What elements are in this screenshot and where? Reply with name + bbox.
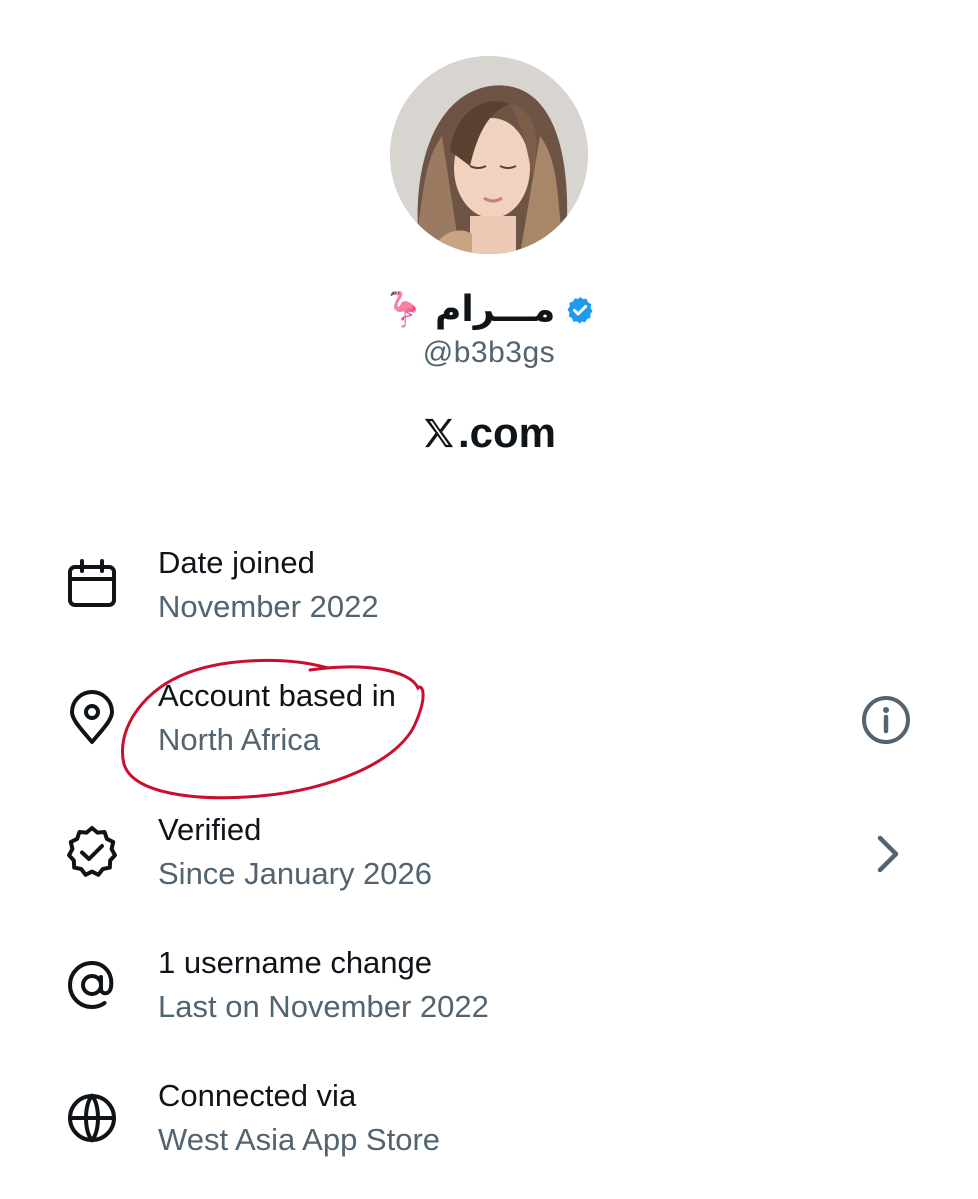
- row-title: Connected via: [158, 1078, 357, 1113]
- location-pin-icon: [64, 690, 120, 746]
- calendar-icon: [64, 557, 120, 613]
- avatar-image: [390, 56, 588, 254]
- verified-badge-icon[interactable]: [565, 295, 595, 325]
- about-row-verified[interactable]: Verified Since January 2026: [0, 812, 978, 922]
- display-name: مـــرام: [435, 289, 556, 330]
- row-title: 1 username change: [158, 945, 433, 980]
- row-value: West Asia App Store: [158, 1122, 441, 1157]
- row-value: Since January 2026: [158, 856, 433, 891]
- verified-badge-outline-icon: [64, 824, 120, 880]
- info-icon[interactable]: [858, 692, 914, 748]
- x-logo-icon: [424, 418, 454, 448]
- chevron-right-icon[interactable]: [860, 826, 916, 882]
- brand-wordmark: .com: [0, 405, 978, 461]
- row-value: North Africa: [158, 722, 320, 757]
- profile-handle: @b3b3gs: [422, 336, 556, 369]
- row-title: Date joined: [158, 545, 315, 580]
- about-row-account-based-in: Account based in North Africa: [0, 678, 978, 788]
- profile-avatar[interactable]: [390, 56, 588, 254]
- about-row-username-change: 1 username change Last on November 2022: [0, 945, 978, 1055]
- row-title: Account based in: [158, 678, 396, 713]
- globe-icon: [64, 1090, 120, 1146]
- about-row-connected-via: Connected via West Asia App Store: [0, 1078, 978, 1188]
- profile-name-row: 🦩 مـــرام: [0, 282, 978, 338]
- row-title: Verified: [158, 812, 262, 847]
- row-value: Last on November 2022: [158, 989, 489, 1024]
- about-row-date-joined: Date joined November 2022: [0, 545, 978, 655]
- brand-domain: .com: [457, 409, 557, 456]
- at-sign-icon: [64, 957, 120, 1013]
- row-value: November 2022: [158, 589, 379, 624]
- name-emoji: 🦩: [382, 291, 425, 329]
